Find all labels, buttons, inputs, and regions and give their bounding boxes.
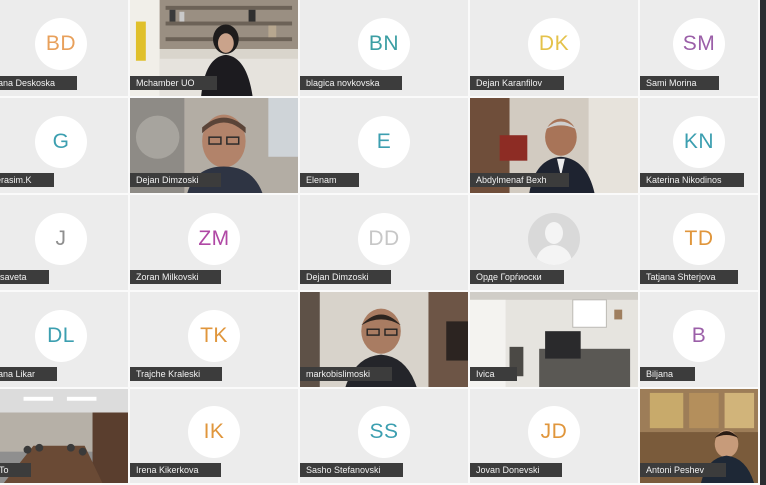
- initials-avatar: KN: [673, 115, 725, 168]
- participant-tile[interactable]: TK Trajche Kraleski: [130, 292, 300, 389]
- participant-name: Jovan Donevski: [470, 463, 562, 477]
- participant-tile[interactable]: IK Irena Kikerkova: [130, 389, 300, 485]
- participant-tile[interactable]: DD Dejan Dimzoski: [300, 195, 470, 292]
- initials-avatar: DD: [358, 212, 410, 265]
- initials-avatar: G: [35, 115, 87, 168]
- participant-tile[interactable]: DL jana Likar: [0, 292, 130, 389]
- participant-name: Irena Kikerkova: [130, 463, 221, 477]
- participant-grid: BD jana Deskoska Mchamber UO BN blagica novk…: [0, 0, 766, 485]
- participant-tile[interactable]: Ivica: [470, 292, 640, 389]
- participant-name: Zoran Milkovski: [130, 270, 221, 284]
- participant-name: Tatjana Shterjova: [640, 270, 738, 284]
- participant-tile[interactable]: SS Sasho Stefanovski: [300, 389, 470, 485]
- initials-avatar: ZM: [188, 212, 240, 265]
- default-avatar-icon: [528, 212, 580, 265]
- participant-tile[interactable]: JD Jovan Donevski: [470, 389, 640, 485]
- participant-tile[interactable]: Mchamber UO: [130, 0, 300, 98]
- participant-name: jana Likar: [0, 367, 58, 381]
- participant-name: Dejan Dimzoski: [130, 173, 221, 187]
- participant-tile[interactable]: BN blagica novkovska: [300, 0, 470, 98]
- participant-tile[interactable]: SM Sami Morina: [640, 0, 760, 98]
- participant-name: markobislimoski: [300, 367, 393, 381]
- initials-avatar: TK: [188, 309, 240, 362]
- participant-tile[interactable]: markobislimoski: [300, 292, 470, 389]
- participant-tile[interactable]: Jlisaveta: [0, 195, 130, 292]
- participant-name: blagica novkovska: [300, 76, 402, 90]
- initials-avatar: BD: [35, 18, 87, 71]
- participant-name: Ivica: [470, 367, 517, 381]
- participant-tile[interactable]: TD Tatjana Shterjova: [640, 195, 760, 292]
- participant-tile[interactable]: Gerasim.K: [0, 98, 130, 195]
- initials-avatar: DK: [528, 18, 580, 71]
- participant-tile[interactable]: Орде Горѓиоски: [470, 195, 640, 292]
- participant-name: Dejan Dimzoski: [300, 270, 391, 284]
- participant-name: Biljana: [640, 367, 696, 381]
- participant-name: Орде Горѓиоски: [470, 270, 564, 284]
- participant-tile[interactable]: -To: [0, 389, 130, 485]
- initials-avatar: BN: [358, 18, 410, 71]
- participant-tile[interactable]: E Elenam: [300, 98, 470, 195]
- participant-name: erasim.K: [0, 173, 54, 187]
- participant-name: lisaveta: [0, 270, 49, 284]
- participant-name: jana Deskoska: [0, 76, 78, 90]
- initials-avatar: J: [35, 212, 87, 265]
- participant-name: Katerina Nikodinos: [640, 173, 744, 187]
- participant-tile[interactable]: Antoni Peshev: [640, 389, 760, 485]
- initials-avatar: IK: [188, 406, 240, 459]
- participant-name: Abdylmenaf Bexh: [470, 173, 569, 187]
- participant-name: Antoni Peshev: [640, 463, 727, 477]
- initials-avatar: TD: [673, 212, 725, 265]
- initials-avatar: SM: [673, 18, 725, 71]
- participant-name: Elenam: [300, 173, 359, 187]
- participant-tile[interactable]: B Biljana: [640, 292, 760, 389]
- initials-avatar: SS: [358, 406, 410, 459]
- participant-tile[interactable]: DK Dejan Karanfilov: [470, 0, 640, 98]
- participant-name: -To: [0, 463, 31, 477]
- participant-name: Mchamber UO: [130, 76, 217, 90]
- participant-tile[interactable]: Abdylmenaf Bexh: [470, 98, 640, 195]
- participant-tile[interactable]: ZM Zoran Milkovski: [130, 195, 300, 292]
- participant-name: Trajche Kraleski: [130, 367, 223, 381]
- initials-avatar: DL: [35, 309, 87, 362]
- initials-avatar: JD: [528, 406, 580, 459]
- participant-name: Sasho Stefanovski: [300, 463, 403, 477]
- participant-name: Sami Morina: [640, 76, 719, 90]
- initials-avatar: B: [673, 309, 725, 362]
- participant-tile[interactable]: BD jana Deskoska: [0, 0, 130, 98]
- initials-avatar: E: [358, 115, 410, 168]
- participant-tile[interactable]: Dejan Dimzoski: [130, 98, 300, 195]
- participant-name: Dejan Karanfilov: [470, 76, 565, 90]
- participant-tile[interactable]: KN Katerina Nikodinos: [640, 98, 760, 195]
